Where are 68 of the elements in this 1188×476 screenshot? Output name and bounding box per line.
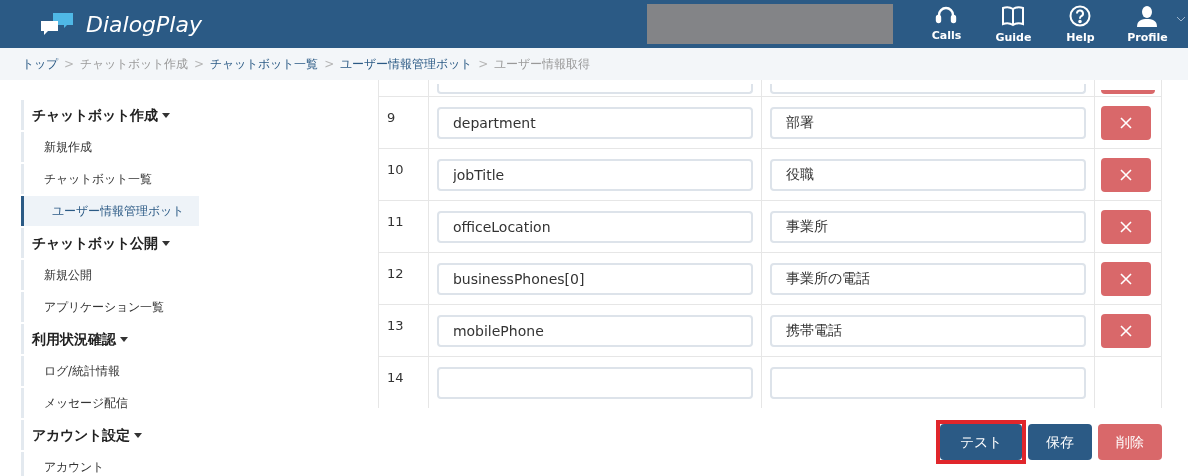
text-field[interactable]: department <box>436 106 753 139</box>
text-field[interactable] <box>770 366 1087 399</box>
text-field[interactable]: jobTitle <box>436 158 753 191</box>
text-field[interactable]: 部署 <box>770 106 1087 139</box>
text-field[interactable]: 事業所の電話 <box>770 262 1087 295</box>
delete-button[interactable] <box>1101 313 1152 348</box>
caret-icon <box>162 240 170 246</box>
close-icon <box>1120 272 1133 285</box>
text-field[interactable]: 役職 <box>770 158 1087 191</box>
text-field[interactable]: 携帯電話 <box>770 314 1087 347</box>
breadcrumb-separator: > <box>324 56 335 73</box>
delete-button[interactable] <box>1101 157 1152 192</box>
logo-icon <box>40 11 74 37</box>
row-number: 13 <box>387 318 404 333</box>
row-number: 12 <box>387 266 404 281</box>
help-icon <box>1069 5 1092 28</box>
text-field[interactable]: officeLocation <box>436 210 753 243</box>
breadcrumb-text: ユーザー情報取得 <box>494 56 591 73</box>
sidebar-section-heading[interactable]: チャットボット公開 <box>21 228 378 258</box>
close-icon <box>1120 116 1133 129</box>
row-number: 10 <box>387 162 404 177</box>
action-button[interactable]: テスト <box>940 424 1022 460</box>
sidebar-item[interactable]: ログ/統計情報 <box>21 356 199 386</box>
chevron-down-icon <box>1176 17 1185 23</box>
headset-icon <box>935 5 958 26</box>
close-icon <box>1120 324 1133 337</box>
row-number: 9 <box>387 110 396 125</box>
breadcrumb-link[interactable]: ユーザー情報管理ボット <box>340 55 473 73</box>
text-field[interactable] <box>770 84 1087 94</box>
breadcrumb-link[interactable]: チャットボット一覧 <box>210 55 319 73</box>
breadcrumb-link[interactable]: トップ <box>22 55 58 73</box>
breadcrumb-separator: > <box>478 56 489 73</box>
action-button[interactable]: 保存 <box>1028 424 1092 460</box>
header-nav-button[interactable]: Profile <box>1113 1 1181 47</box>
text-field[interactable] <box>436 366 753 399</box>
sidebar-item[interactable]: アカウント <box>21 452 199 476</box>
sidebar-item[interactable]: ユーザー情報管理ボット <box>21 196 199 226</box>
user-icon <box>1136 5 1159 28</box>
app-logo-text: DialogPlay <box>86 10 202 39</box>
delete-button[interactable] <box>1101 105 1152 140</box>
row-number: 11 <box>387 214 404 229</box>
sidebar-section-heading[interactable]: 利用状況確認 <box>21 324 378 354</box>
book-icon <box>1001 5 1026 28</box>
close-icon <box>1120 168 1133 181</box>
delete-button[interactable] <box>1101 261 1152 296</box>
caret-icon <box>120 336 128 342</box>
text-field[interactable] <box>436 84 753 94</box>
text-field[interactable]: mobilePhone <box>436 314 753 347</box>
sidebar-item[interactable]: 新規作成 <box>21 132 199 162</box>
sidebar-section-heading[interactable]: チャットボット作成 <box>21 100 378 130</box>
sidebar-item[interactable]: アプリケーション一覧 <box>21 292 199 322</box>
sidebar-item[interactable]: 新規公開 <box>21 260 199 290</box>
delete-button[interactable] <box>1101 209 1152 244</box>
breadcrumb-text: チャットボット作成 <box>80 56 189 73</box>
breadcrumb-separator: > <box>64 56 75 73</box>
sidebar-item[interactable]: メッセージ配信 <box>21 388 199 418</box>
text-field[interactable]: businessPhones[0] <box>436 262 753 295</box>
header-nav-button[interactable]: Guide <box>979 1 1047 47</box>
header-nav-button[interactable]: Calls <box>912 1 980 47</box>
header-nav-button[interactable]: Help <box>1046 1 1114 47</box>
text-field[interactable]: 事業所 <box>770 210 1087 243</box>
row-number: 14 <box>387 370 404 385</box>
delete-button[interactable] <box>1101 90 1155 94</box>
caret-icon <box>134 432 142 438</box>
breadcrumb-separator: > <box>194 56 205 73</box>
sidebar-section-heading[interactable]: アカウント設定 <box>21 420 378 450</box>
caret-icon <box>162 112 170 118</box>
close-icon <box>1120 220 1133 233</box>
